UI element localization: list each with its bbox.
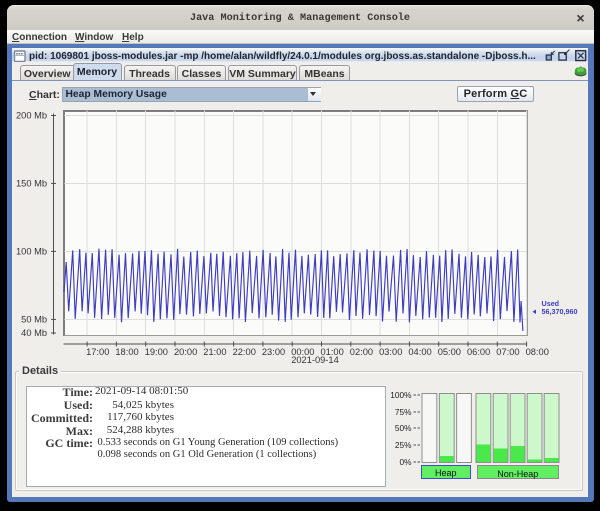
svg-text:200 Mb: 200 Mb bbox=[16, 111, 47, 121]
svg-text:08:00: 08:00 bbox=[526, 347, 549, 357]
svg-text:22:00: 22:00 bbox=[233, 347, 256, 357]
svg-text:02:00: 02:00 bbox=[350, 347, 373, 357]
svg-text:50 Mb: 50 Mb bbox=[21, 314, 47, 324]
svg-text:150 Mb: 150 Mb bbox=[16, 178, 47, 188]
svg-text:07:00: 07:00 bbox=[496, 347, 519, 357]
svg-text:17:00: 17:00 bbox=[86, 347, 109, 357]
svg-text:18:00: 18:00 bbox=[115, 347, 138, 357]
svg-text:03:00: 03:00 bbox=[379, 347, 402, 357]
svg-text:19:00: 19:00 bbox=[145, 347, 168, 357]
svg-text:05:00: 05:00 bbox=[438, 347, 461, 357]
svg-text:100 Mb: 100 Mb bbox=[16, 246, 47, 256]
svg-text:40 Mb: 40 Mb bbox=[21, 328, 47, 338]
svg-text:21:00: 21:00 bbox=[203, 347, 226, 357]
svg-text:06:00: 06:00 bbox=[467, 347, 490, 357]
svg-text:04:00: 04:00 bbox=[408, 347, 431, 357]
svg-text:2021-09-14: 2021-09-14 bbox=[291, 355, 339, 365]
svg-text:23:00: 23:00 bbox=[262, 347, 285, 357]
svg-text:20:00: 20:00 bbox=[174, 347, 197, 357]
